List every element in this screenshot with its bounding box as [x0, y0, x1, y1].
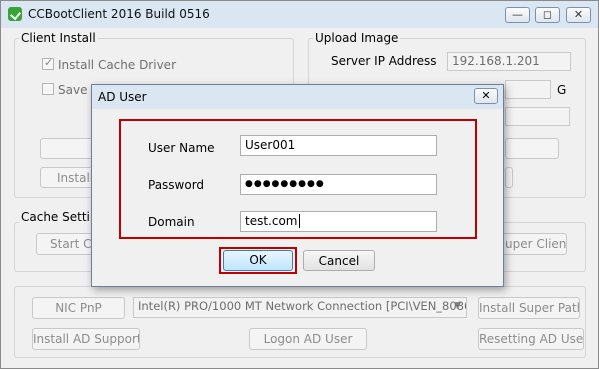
cancel-button[interactable]: Cancel: [303, 250, 375, 271]
upload-image-label: Upload Image: [313, 31, 401, 45]
restore-button[interactable]: ◻: [535, 7, 560, 23]
minimize-button[interactable]: —: [505, 7, 530, 23]
start-cache-button[interactable]: Start Cac: [36, 233, 96, 255]
close-icon: ✕: [481, 89, 491, 102]
ok-button[interactable]: OK: [223, 250, 293, 271]
window-title: CCBootClient 2016 Build 0516: [28, 7, 210, 21]
install-cache-driver-checkbox[interactable]: ✓: [42, 56, 54, 70]
upload-path-field[interactable]: [505, 107, 570, 126]
upload-button[interactable]: [505, 167, 513, 188]
dialog-title-bar[interactable]: AD User ✕: [92, 85, 503, 109]
password-input[interactable]: ●●●●●●●●●: [240, 174, 437, 195]
server-ip-label: Server IP Address: [331, 54, 437, 68]
dialog-close-button[interactable]: ✕: [474, 88, 498, 104]
install-super-path-button[interactable]: Install Super Path: [478, 297, 580, 319]
minimize-icon: —: [512, 8, 523, 21]
client-install-label: Client Install: [19, 31, 98, 45]
domain-input-value: test.com: [245, 214, 298, 228]
install-cache-driver-label: Install Cache Driver: [58, 58, 176, 72]
save-checkbox[interactable]: [42, 83, 54, 95]
upload-progress-bar: [505, 138, 559, 159]
app-icon: [8, 7, 22, 21]
restore-icon: ◻: [542, 8, 553, 21]
password-label: Password: [148, 178, 205, 192]
dialog-title: AD User: [98, 90, 147, 104]
title-bar[interactable]: CCBootClient 2016 Build 0516 — ◻ ✕: [1, 1, 598, 28]
domain-label: Domain: [148, 215, 195, 229]
logon-ad-user-button[interactable]: Logon AD User: [249, 328, 367, 350]
nic-pnp-button[interactable]: NIC PnP: [32, 297, 125, 319]
nic-select-value: Intel(R) PRO/1000 MT Network Connection …: [138, 299, 467, 313]
chevron-down-icon: ▼: [454, 301, 461, 311]
resetting-ad-user-button[interactable]: Resetting AD User: [478, 328, 584, 350]
domain-input[interactable]: test.com: [240, 211, 437, 232]
server-ip-field[interactable]: 192.168.1.201: [447, 52, 571, 71]
user-name-label: User Name: [148, 141, 215, 155]
close-icon: ✕: [573, 8, 584, 21]
install-ad-support-button[interactable]: Install AD Support: [32, 328, 140, 350]
nic-select[interactable]: Intel(R) PRO/1000 MT Network Connection …: [133, 297, 467, 318]
text-cursor: [298, 214, 300, 228]
ad-user-dialog: AD User ✕ User Name User001 Password ●●●…: [91, 84, 504, 287]
size-unit-label: G: [557, 83, 567, 97]
user-name-input[interactable]: User001: [240, 135, 437, 156]
checkbox-check-icon: ✓: [44, 56, 54, 69]
close-button[interactable]: ✕: [566, 7, 591, 23]
image-size-field[interactable]: [505, 80, 551, 99]
super-client-button[interactable]: uper Client: [497, 233, 567, 255]
